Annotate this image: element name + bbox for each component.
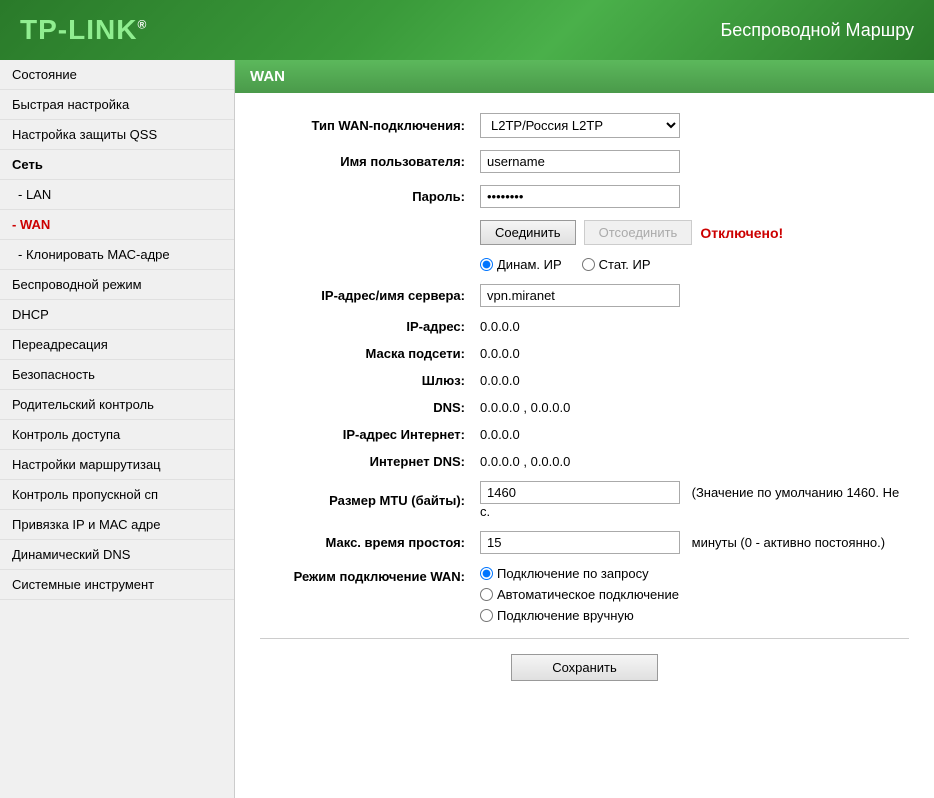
timeout-label: Макс. время простоя: bbox=[260, 535, 480, 550]
dynamic-ip-label: Динам. ИP bbox=[497, 257, 562, 272]
sidebar-item[interactable]: Контроль пропускной сп bbox=[0, 480, 234, 510]
subnet-row: Маска подсети: 0.0.0.0 bbox=[260, 346, 909, 361]
connect-buttons: Соединить Отсоединить Отключено! bbox=[480, 220, 909, 245]
wan-mode-radio-label[interactable]: Подключение вручную bbox=[480, 608, 909, 623]
mtu-row: Размер MTU (байты): (Значение по умолчан… bbox=[260, 481, 909, 519]
main-layout: СостояниеБыстрая настройкаНастройка защи… bbox=[0, 60, 934, 798]
wan-type-row: Тип WAN-подключения: L2TP/Россия L2TPPPP… bbox=[260, 113, 909, 138]
sidebar-item[interactable]: - WAN bbox=[0, 210, 234, 240]
header: TP-LINK® Беспроводной Маршру bbox=[0, 0, 934, 60]
sidebar-item[interactable]: Быстрая настройка bbox=[0, 90, 234, 120]
gateway-row: Шлюз: 0.0.0.0 bbox=[260, 373, 909, 388]
timeout-value-wrapper: минуты (0 - активно постоянно.) bbox=[480, 531, 909, 554]
username-input[interactable] bbox=[480, 150, 680, 173]
static-ip-radio-label[interactable]: Стат. ИP bbox=[582, 257, 651, 272]
static-ip-label: Стат. ИP bbox=[599, 257, 651, 272]
sidebar-item[interactable]: Беспроводной режим bbox=[0, 270, 234, 300]
ip-mode-row: Динам. ИP Стат. ИP bbox=[260, 257, 909, 272]
dns-value: 0.0.0.0 , 0.0.0.0 bbox=[480, 400, 909, 415]
password-field-wrapper bbox=[480, 185, 909, 208]
connect-button[interactable]: Соединить bbox=[480, 220, 576, 245]
internet-ip-value: 0.0.0.0 bbox=[480, 427, 909, 442]
dns-row: DNS: 0.0.0.0 , 0.0.0.0 bbox=[260, 400, 909, 415]
timeout-note: минуты (0 - активно постоянно.) bbox=[692, 535, 885, 550]
wan-mode-row: Режим подключение WAN: Подключение по за… bbox=[260, 566, 909, 623]
sidebar-item[interactable]: Сеть bbox=[0, 150, 234, 180]
sidebar-item[interactable]: Контроль доступа bbox=[0, 420, 234, 450]
dns-label: DNS: bbox=[260, 400, 480, 415]
ip-value: 0.0.0.0 bbox=[480, 319, 909, 334]
mtu-label: Размер MTU (байты): bbox=[260, 493, 480, 508]
internet-ip-row: IP-адрес Интернет: 0.0.0.0 bbox=[260, 427, 909, 442]
sidebar: СостояниеБыстрая настройкаНастройка защи… bbox=[0, 60, 235, 798]
internet-dns-label: Интернет DNS: bbox=[260, 454, 480, 469]
mtu-input[interactable] bbox=[480, 481, 680, 504]
server-value-wrapper bbox=[480, 284, 909, 307]
wan-type-value: L2TP/Россия L2TPPPPoEDHCPStatic IP bbox=[480, 113, 909, 138]
internet-dns-value: 0.0.0.0 , 0.0.0.0 bbox=[480, 454, 909, 469]
wan-mode-radio-text: Подключение по запросу bbox=[497, 566, 649, 581]
ip-row: IP-адрес: 0.0.0.0 bbox=[260, 319, 909, 334]
server-row: IP-адрес/имя сервера: bbox=[260, 284, 909, 307]
sidebar-item[interactable]: Переадресация bbox=[0, 330, 234, 360]
sidebar-item[interactable]: Динамический DNS bbox=[0, 540, 234, 570]
wan-type-label: Тип WAN-подключения: bbox=[260, 118, 480, 133]
sidebar-item[interactable]: - Клонировать МАС-адре bbox=[0, 240, 234, 270]
wan-mode-radio[interactable] bbox=[480, 609, 493, 622]
wan-mode-options: Подключение по запросу Автоматическое под… bbox=[480, 566, 909, 623]
wan-mode-radio[interactable] bbox=[480, 588, 493, 601]
sidebar-item[interactable]: Родительский контроль bbox=[0, 390, 234, 420]
wan-type-select[interactable]: L2TP/Россия L2TPPPPoEDHCPStatic IP bbox=[480, 113, 680, 138]
static-ip-radio[interactable] bbox=[582, 258, 595, 271]
sidebar-item[interactable]: DHCP bbox=[0, 300, 234, 330]
timeout-input[interactable] bbox=[480, 531, 680, 554]
ip-mode-group: Динам. ИP Стат. ИP bbox=[480, 257, 909, 272]
content-area: WAN Тип WAN-подключения: L2TP/Россия L2T… bbox=[235, 60, 934, 798]
subnet-value: 0.0.0.0 bbox=[480, 346, 909, 361]
sidebar-item[interactable]: Состояние bbox=[0, 60, 234, 90]
subnet-label: Маска подсети: bbox=[260, 346, 480, 361]
gateway-value: 0.0.0.0 bbox=[480, 373, 909, 388]
gateway-label: Шлюз: bbox=[260, 373, 480, 388]
wan-mode-label: Режим подключение WAN: bbox=[260, 566, 480, 584]
connect-row: Соединить Отсоединить Отключено! bbox=[260, 220, 909, 245]
dynamic-ip-radio[interactable] bbox=[480, 258, 493, 271]
wan-mode-radio-label[interactable]: Подключение по запросу bbox=[480, 566, 909, 581]
content-body: Тип WAN-подключения: L2TP/Россия L2TPPPP… bbox=[235, 93, 934, 721]
username-field-wrapper bbox=[480, 150, 909, 173]
server-input[interactable] bbox=[480, 284, 680, 307]
sidebar-item[interactable]: Настройки маршрутизац bbox=[0, 450, 234, 480]
sidebar-item[interactable]: Настройка защиты QSS bbox=[0, 120, 234, 150]
connection-status: Отключено! bbox=[700, 225, 783, 241]
wan-mode-radio-text: Автоматическое подключение bbox=[497, 587, 679, 602]
internet-ip-label: IP-адрес Интернет: bbox=[260, 427, 480, 442]
logo: TP-LINK® bbox=[20, 14, 147, 46]
sidebar-item[interactable]: - LAN bbox=[0, 180, 234, 210]
username-label: Имя пользователя: bbox=[260, 154, 480, 169]
password-label: Пароль: bbox=[260, 189, 480, 204]
header-title: Беспроводной Маршру bbox=[720, 20, 914, 41]
wan-mode-radio-label[interactable]: Автоматическое подключение bbox=[480, 587, 909, 602]
internet-dns-row: Интернет DNS: 0.0.0.0 , 0.0.0.0 bbox=[260, 454, 909, 469]
username-row: Имя пользователя: bbox=[260, 150, 909, 173]
content-header: WAN bbox=[235, 60, 934, 93]
divider bbox=[260, 638, 909, 639]
ip-label: IP-адрес: bbox=[260, 319, 480, 334]
password-row: Пароль: bbox=[260, 185, 909, 208]
server-label: IP-адрес/имя сервера: bbox=[260, 288, 480, 303]
timeout-row: Макс. время простоя: минуты (0 - активно… bbox=[260, 531, 909, 554]
disconnect-button: Отсоединить bbox=[584, 220, 693, 245]
save-row: Сохранить bbox=[260, 654, 909, 701]
logo-mark: ® bbox=[137, 18, 147, 32]
mtu-value-wrapper: (Значение по умолчанию 1460. Не с. bbox=[480, 481, 909, 519]
password-input[interactable] bbox=[480, 185, 680, 208]
wan-mode-radio-text: Подключение вручную bbox=[497, 608, 634, 623]
dynamic-ip-radio-label[interactable]: Динам. ИP bbox=[480, 257, 562, 272]
save-button[interactable]: Сохранить bbox=[511, 654, 658, 681]
wan-mode-radio[interactable] bbox=[480, 567, 493, 580]
sidebar-item[interactable]: Привязка IP и МАС адре bbox=[0, 510, 234, 540]
sidebar-item[interactable]: Безопасность bbox=[0, 360, 234, 390]
logo-text: TP-LINK bbox=[20, 14, 137, 45]
sidebar-item[interactable]: Системные инструмент bbox=[0, 570, 234, 600]
